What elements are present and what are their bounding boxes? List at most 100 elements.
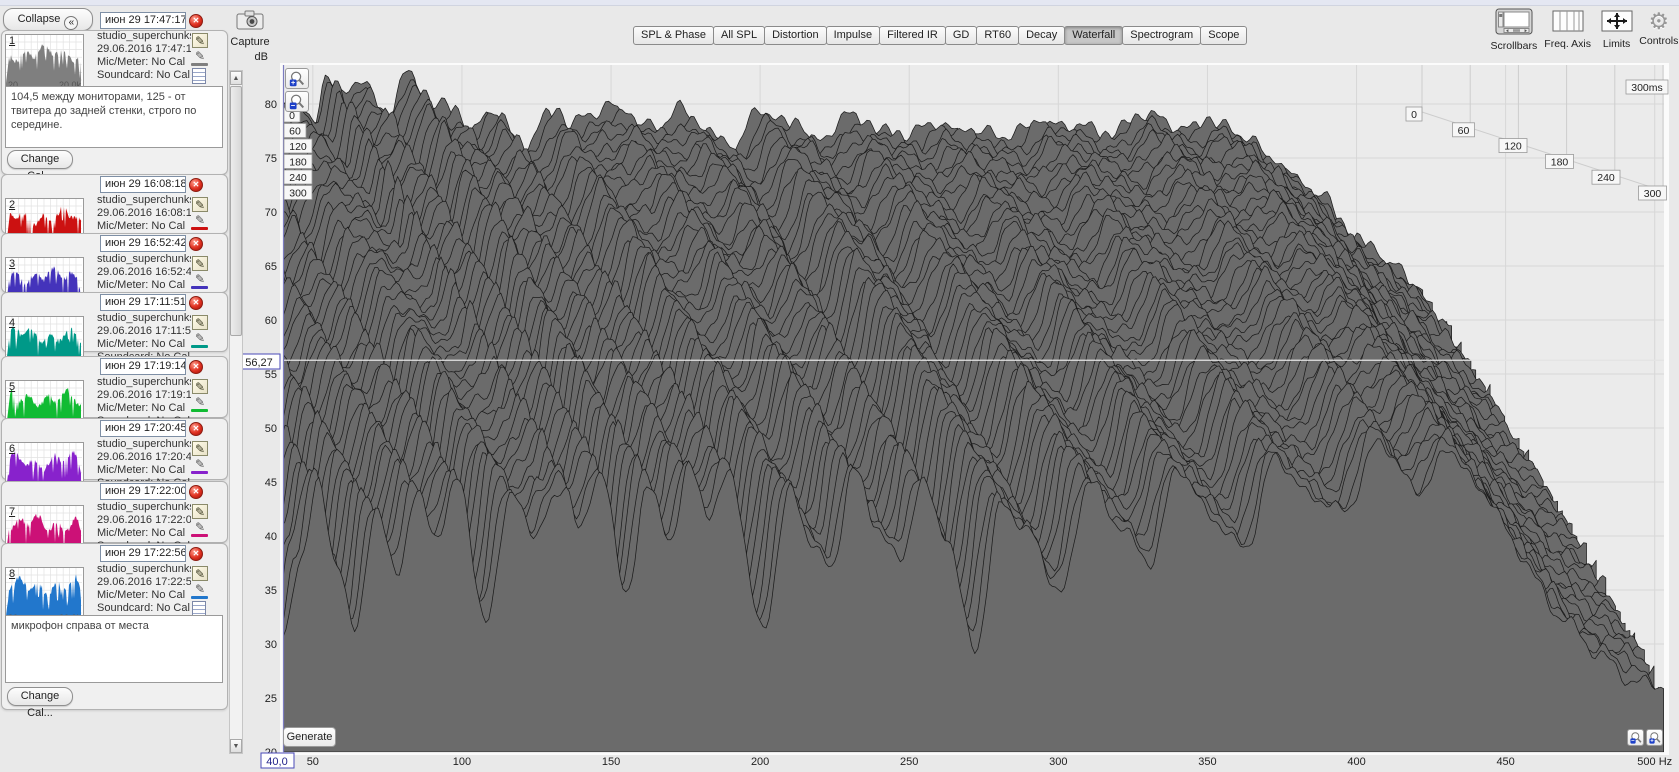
svg-text:40,0: 40,0 bbox=[266, 756, 287, 768]
trace-pencil-icon[interactable]: ✎ bbox=[192, 49, 208, 64]
tab-filtered-ir[interactable]: Filtered IR bbox=[879, 26, 946, 45]
magnifier-minus-icon: − bbox=[288, 93, 306, 111]
edit-graph-icon[interactable]: ✎ bbox=[192, 504, 208, 519]
zoom-out-x-button[interactable]: − bbox=[1627, 729, 1644, 746]
svg-text:56,27: 56,27 bbox=[245, 357, 273, 369]
edit-graph-icon[interactable]: ✎ bbox=[192, 197, 208, 212]
edit-graph-icon[interactable]: ✎ bbox=[192, 33, 208, 48]
generate-label: Generate bbox=[287, 731, 333, 743]
trace-color-bar bbox=[191, 227, 208, 230]
scrollbar-down-arrow-icon[interactable]: ▼ bbox=[230, 739, 242, 753]
measurement-filename: studio_superchunks.mda bbox=[97, 30, 191, 43]
edit-graph-icon[interactable]: ✎ bbox=[192, 315, 208, 330]
delete-measurement-icon[interactable]: ✕ bbox=[189, 14, 203, 28]
measurement-date-field[interactable]: июн 29 16:52:42 bbox=[100, 235, 186, 252]
svg-text:60: 60 bbox=[1458, 125, 1470, 137]
measurement-date-field[interactable]: июн 29 16:08:18 bbox=[100, 176, 186, 193]
mic-cal-status: Mic/Meter: No Cal bbox=[97, 56, 191, 69]
change-cal-button[interactable]: Change Cal... bbox=[7, 687, 73, 706]
y-tick-label: 25 bbox=[265, 693, 277, 705]
rew-window: Collapse« 12020,0kstudio_superchunks.mda… bbox=[0, 0, 1679, 772]
svg-text:+: + bbox=[1650, 738, 1654, 744]
trace-pencil-icon[interactable]: ✎ bbox=[192, 272, 208, 287]
trace-pencil-icon[interactable]: ✎ bbox=[192, 457, 208, 472]
mic-cal-status: Mic/Meter: No Cal bbox=[97, 589, 191, 602]
soundcard-cal-status: Soundcard: No Cal bbox=[97, 602, 191, 615]
edit-graph-icon[interactable]: ✎ bbox=[192, 379, 208, 394]
measurement-date-field[interactable]: июн 29 17:20:45 bbox=[100, 420, 186, 437]
delete-measurement-icon[interactable]: ✕ bbox=[189, 178, 203, 192]
delete-measurement-icon[interactable]: ✕ bbox=[189, 547, 203, 561]
svg-text:240: 240 bbox=[1597, 172, 1615, 184]
tab-impulse[interactable]: Impulse bbox=[826, 26, 881, 45]
y-tick-label: 45 bbox=[265, 477, 277, 489]
measurement-date-field[interactable]: июн 29 17:19:14 bbox=[100, 358, 186, 375]
trace-pencil-icon[interactable]: ✎ bbox=[192, 520, 208, 535]
measurement-thumbnail[interactable]: 12020,0k bbox=[5, 34, 84, 91]
generate-button[interactable]: Generate bbox=[283, 727, 336, 747]
measurement-filename: studio_superchunks.mda bbox=[97, 438, 191, 451]
tab-all-spl[interactable]: All SPL bbox=[713, 26, 765, 45]
measurement-date-field[interactable]: июн 29 17:11:51 bbox=[100, 294, 186, 311]
delete-measurement-icon[interactable]: ✕ bbox=[189, 296, 203, 310]
edit-graph-icon[interactable]: ✎ bbox=[192, 566, 208, 581]
scrollbar-thumb[interactable] bbox=[230, 86, 242, 336]
mic-cal-status: Mic/Meter: No Cal bbox=[97, 527, 191, 540]
notes-icon[interactable] bbox=[192, 68, 206, 84]
measurement-number: 4 bbox=[9, 317, 15, 329]
measurement-date: 29.06.2016 16:08:18 bbox=[97, 207, 191, 220]
delete-measurement-icon[interactable]: ✕ bbox=[189, 237, 203, 251]
measurement-date-field[interactable]: июн 29 17:47:17 bbox=[100, 12, 186, 29]
change-cal-button[interactable]: Change Cal... bbox=[7, 150, 73, 169]
measurement-date-field[interactable]: июн 29 17:22:00 bbox=[100, 483, 186, 500]
trace-pencil-icon[interactable]: ✎ bbox=[192, 582, 208, 597]
zoom-in-button[interactable]: + bbox=[285, 68, 309, 89]
zoom-in-x-button[interactable]: + bbox=[1646, 729, 1663, 746]
zoom-out-button[interactable]: − bbox=[285, 91, 309, 112]
measurement-filename: studio_superchunks.mda bbox=[97, 253, 191, 266]
measurement-notes[interactable]: 104,5 между мониторами, 125 - от твитера… bbox=[5, 86, 223, 148]
measurement-date: 29.06.2016 17:47:17 bbox=[97, 43, 191, 56]
trace-pencil-icon[interactable]: ✎ bbox=[192, 331, 208, 346]
scrollbar-up-arrow-icon[interactable]: ▲ bbox=[230, 71, 242, 85]
trace-color-bar bbox=[191, 345, 208, 348]
tab-distortion[interactable]: Distortion bbox=[764, 26, 826, 45]
delete-measurement-icon[interactable]: ✕ bbox=[189, 422, 203, 436]
tab-decay[interactable]: Decay bbox=[1018, 26, 1065, 45]
measurement-filename: studio_superchunks.mda bbox=[97, 194, 191, 207]
tab-waterfall[interactable]: Waterfall bbox=[1064, 26, 1123, 45]
measurement-filename: studio_superchunks.mda bbox=[97, 563, 191, 576]
sidebar-scrollbar[interactable]: ▲ ▼ bbox=[229, 70, 243, 754]
measurement-number: 3 bbox=[9, 258, 15, 270]
y-tick-label: 40 bbox=[265, 531, 277, 543]
svg-text:60: 60 bbox=[289, 126, 301, 138]
tab-spectrogram[interactable]: Spectrogram bbox=[1122, 26, 1201, 45]
edit-graph-icon[interactable]: ✎ bbox=[192, 256, 208, 271]
svg-text:+: + bbox=[291, 77, 296, 86]
waterfall-plot[interactable]: dB80757065605550454035302520501001502002… bbox=[0, 0, 1679, 772]
y-tick-label: 55 bbox=[265, 369, 277, 381]
x-tick-label: 100 bbox=[453, 756, 471, 768]
x-tick-label: 300 bbox=[1049, 756, 1067, 768]
measurement-filename: studio_superchunks.mda bbox=[97, 501, 191, 514]
edit-graph-icon[interactable]: ✎ bbox=[192, 441, 208, 456]
tab-spl-phase[interactable]: SPL & Phase bbox=[633, 26, 714, 45]
delete-measurement-icon[interactable]: ✕ bbox=[189, 360, 203, 374]
magnifier-plus-icon: + bbox=[288, 70, 306, 88]
measurement-date-field[interactable]: июн 29 17:22:56 bbox=[100, 545, 186, 562]
tab-gd[interactable]: GD bbox=[945, 26, 978, 45]
trace-pencil-icon[interactable]: ✎ bbox=[192, 213, 208, 228]
magnifier-minus-icon: − bbox=[1629, 731, 1643, 745]
svg-text:300: 300 bbox=[289, 188, 307, 200]
trace-color-bar bbox=[191, 471, 208, 474]
measurement-notes[interactable]: микрофон справа от места bbox=[5, 615, 223, 683]
x-tick-label: 450 bbox=[1496, 756, 1514, 768]
delete-measurement-icon[interactable]: ✕ bbox=[189, 485, 203, 499]
x-tick-label: 50 bbox=[307, 756, 319, 768]
measurement-number: 5 bbox=[9, 381, 15, 393]
tab-rt60[interactable]: RT60 bbox=[976, 26, 1019, 45]
trace-pencil-icon[interactable]: ✎ bbox=[192, 395, 208, 410]
x-tick-label: 150 bbox=[602, 756, 620, 768]
tab-scope[interactable]: Scope bbox=[1200, 26, 1247, 45]
y-tick-label: 60 bbox=[265, 315, 277, 327]
